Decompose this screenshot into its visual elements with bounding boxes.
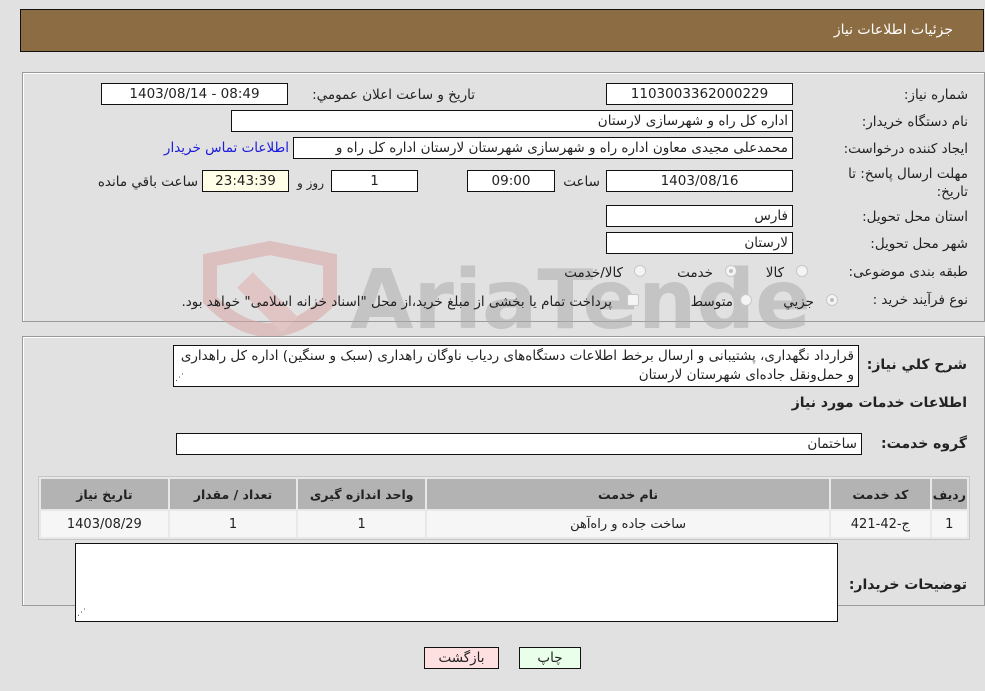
purchase-type-label: نوع فرآیند خرید : (872, 292, 968, 308)
category-option-service: خدمت (677, 265, 713, 281)
cell-row-number: 1 (931, 511, 967, 537)
need-number-label: شماره نیاز: (903, 87, 968, 103)
buyer-notes-textarea[interactable] (75, 543, 838, 622)
summary-label: شرح کلي نياز: (866, 357, 967, 373)
remaining-time-field: 23:43:39 (202, 170, 289, 192)
days-label: روز و (297, 176, 324, 190)
category-radio-goods[interactable] (796, 265, 808, 277)
province-label: استان محل تحویل: (862, 209, 968, 225)
service-group-field: ساختمان (176, 433, 862, 455)
requester-field: محمدعلی مجیدی معاون اداره راه و شهرسازی … (293, 137, 793, 159)
page-title: جزئیات اطلاعات نیاز (833, 22, 953, 38)
deadline-label: مهلت ارسال پاسخ: تا تاریخ: (848, 166, 968, 200)
city-field: لارستان (606, 232, 793, 254)
summary-textarea[interactable]: قرارداد نگهداری، پشتیبانی و ارسال برخط ا… (173, 345, 859, 387)
remaining-days-field: 1 (331, 170, 418, 192)
deadline-time-field: 09:00 (467, 170, 555, 192)
deadline-time-label: ساعت (563, 174, 600, 190)
treasury-note: پرداخت تمام یا بخشی از مبلغ خرید،از محل … (181, 294, 612, 310)
need-number-field: 1103003362000229 (606, 83, 793, 105)
buyer-org-label: نام دستگاه خريدار: (861, 114, 968, 130)
cell-service-name: ساخت جاده و راه‌آهن (427, 511, 830, 537)
category-radio-goods-service[interactable] (634, 265, 646, 277)
treasury-checkbox[interactable] (627, 294, 639, 306)
purchase-type-radio-minor[interactable] (826, 294, 838, 306)
remaining-label: ساعت باقي مانده (97, 174, 198, 190)
requester-label: ایجاد کننده درخواست: (843, 141, 968, 157)
cell-unit: 1 (298, 511, 426, 537)
province-field: فارس (606, 205, 793, 227)
buyer-notes-label: توضیحات خریدار: (848, 577, 967, 593)
resize-grip-icon[interactable]: ⋰ (175, 373, 184, 383)
cell-quantity: 1 (169, 511, 297, 537)
col-service-code: کد خدمت (831, 479, 930, 509)
cell-service-code: ج-42-421 (831, 511, 930, 537)
col-service-name: نام خدمت (427, 479, 830, 509)
purchase-type-option-medium: متوسط (690, 294, 733, 310)
service-group-label: گروه خدمت: (881, 436, 967, 452)
col-row-number: رديف (931, 479, 967, 509)
buyer-org-field: اداره کل راه و شهرسازی لارستان (231, 110, 793, 132)
buyer-contact-link[interactable]: اطلاعات تماس خريدار (164, 140, 289, 156)
table-row: 1 ج-42-421 ساخت جاده و راه‌آهن 1 1 1403/… (41, 511, 967, 537)
purchase-type-radio-medium[interactable] (740, 294, 752, 306)
deadline-date-field: 1403/08/16 (606, 170, 793, 192)
summary-text: قرارداد نگهداری، پشتیبانی و ارسال برخط ا… (180, 348, 854, 383)
city-label: شهر محل تحویل: (870, 236, 968, 252)
services-table: رديف کد خدمت نام خدمت واحد اندازه گیری ت… (38, 476, 970, 540)
announce-datetime-label: تاریخ و ساعت اعلان عمومي: (312, 87, 475, 103)
print-button[interactable]: چاپ (519, 647, 581, 669)
purchase-type-option-minor: جزيي (783, 294, 814, 310)
col-quantity: تعداد / مقدار (169, 479, 297, 509)
category-option-goods: کالا (765, 265, 784, 281)
col-unit: واحد اندازه گیری (298, 479, 426, 509)
back-button[interactable]: بازگشت (424, 647, 499, 669)
announce-datetime-field: 1403/08/14 - 08:49 (101, 83, 288, 105)
col-need-date: تاریخ نیاز (41, 479, 168, 509)
category-radio-service[interactable] (725, 265, 737, 277)
table-header-row: رديف کد خدمت نام خدمت واحد اندازه گیری ت… (41, 479, 967, 509)
category-label: طبقه بندی موضوعی: (848, 264, 968, 280)
page-header: جزئیات اطلاعات نیاز (20, 9, 984, 52)
resize-grip-icon[interactable]: ⋰ (77, 608, 86, 618)
services-heading: اطلاعات خدمات مورد نياز (791, 395, 967, 411)
category-option-goods-service: کالا/خدمت (564, 265, 623, 281)
cell-need-date: 1403/08/29 (41, 511, 168, 537)
